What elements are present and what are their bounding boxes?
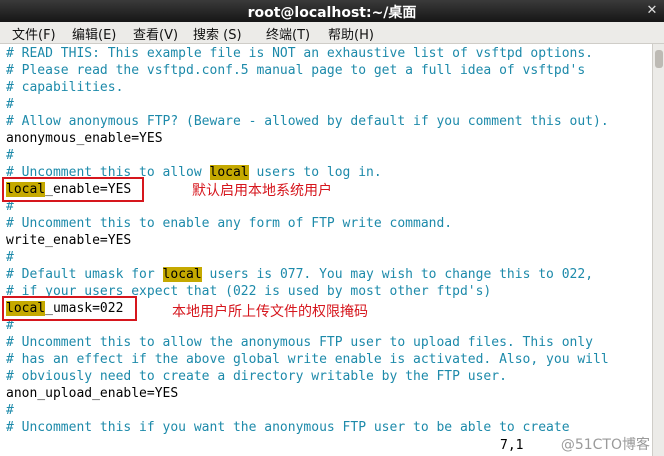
cursor-position: 7,1 <box>500 438 524 453</box>
menu-view[interactable]: 查看(V) <box>133 24 178 43</box>
text-line: # Uncomment this to allow the anonymous … <box>6 335 593 350</box>
menu-help[interactable]: 帮助(H) <box>328 24 374 43</box>
text-line: # obviously need to create a directory w… <box>6 369 507 384</box>
text-line: # READ THIS: This example file is NOT an… <box>6 46 593 61</box>
text-line: # <box>6 148 14 163</box>
text-line: # <box>6 250 14 265</box>
text-line: anon_upload_enable=YES <box>6 386 179 401</box>
text-line: write_enable=YES <box>6 233 132 248</box>
title-bar: root@localhost:~/桌面 ✕ <box>0 0 664 22</box>
menu-search[interactable]: 搜索 (S) <box>193 24 242 43</box>
text-line: # Uncomment this if you want the anonymo… <box>6 420 570 435</box>
text-line: # Uncomment this to enable any form of F… <box>6 216 453 231</box>
text-line: # Allow anonymous FTP? (Beware - allowed… <box>6 114 609 129</box>
annotation-umask-note: 本地用户所上传文件的权限掩码 <box>172 304 368 320</box>
text-segment: # Default umask for <box>6 267 163 282</box>
annotation-enable-note: 默认启用本地系统用户 <box>192 183 332 199</box>
text-line: # <box>6 97 14 112</box>
text-segment: users to log in. <box>248 165 382 180</box>
menu-terminal[interactable]: 终端(T) <box>266 24 310 43</box>
text-line: # capabilities. <box>6 80 124 95</box>
text-line: # <box>6 403 14 418</box>
annotation-box-enable <box>2 177 144 202</box>
terminal-text-area[interactable]: # READ THIS: This example file is NOT an… <box>0 44 652 456</box>
highlighted-match: local <box>209 165 249 180</box>
text-line: # Default umask for local users is 077. … <box>6 266 593 283</box>
watermark: @51CTO博客 <box>560 437 650 453</box>
scrollbar-thumb[interactable] <box>655 50 663 68</box>
menu-file[interactable]: 文件(F) <box>12 24 56 43</box>
vertical-scrollbar[interactable] <box>652 44 664 456</box>
text-line: anonymous_enable=YES <box>6 131 163 146</box>
window-title: root@localhost:~/桌面 <box>247 5 417 21</box>
highlighted-match: local <box>162 267 202 282</box>
menu-edit[interactable]: 编辑(E) <box>72 24 116 43</box>
text-segment: users is 077. You may wish to change thi… <box>201 267 594 282</box>
text-line: # Please read the vsftpd.conf.5 manual p… <box>6 63 586 78</box>
menu-bar: 文件(F) 编辑(E) 查看(V) 搜索 (S) 终端(T) 帮助(H) <box>0 22 664 44</box>
close-icon[interactable]: ✕ <box>644 3 660 19</box>
annotation-box-umask <box>2 296 137 321</box>
text-line: # has an effect if the above global writ… <box>6 352 609 367</box>
